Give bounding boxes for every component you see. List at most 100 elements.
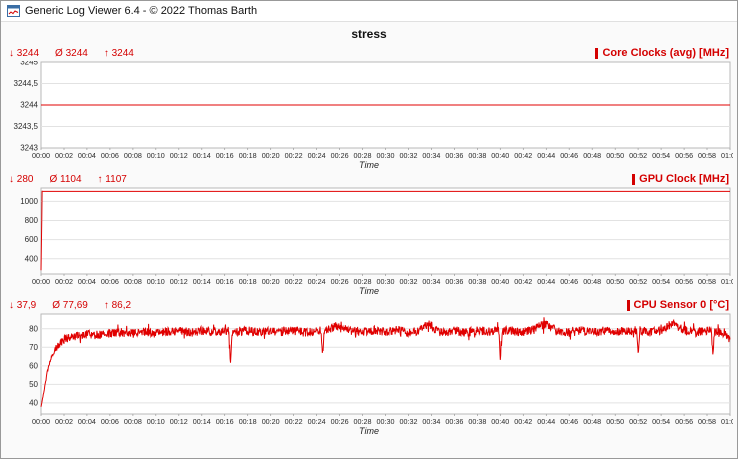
svg-text:3244: 3244 bbox=[20, 101, 38, 110]
svg-text:00:26: 00:26 bbox=[331, 417, 349, 426]
svg-text:00:28: 00:28 bbox=[354, 151, 372, 160]
svg-text:00:02: 00:02 bbox=[55, 277, 73, 286]
chart-panel-gpu-clock: ↓ 280 Ø 1104 ↑ 1107 GPU Clock [MHz] 1000… bbox=[1, 171, 737, 296]
svg-text:01:00: 01:00 bbox=[721, 277, 733, 286]
svg-text:00:58: 00:58 bbox=[698, 277, 716, 286]
svg-text:00:34: 00:34 bbox=[422, 417, 440, 426]
svg-text:00:32: 00:32 bbox=[400, 417, 418, 426]
svg-text:00:34: 00:34 bbox=[422, 277, 440, 286]
svg-text:600: 600 bbox=[25, 235, 39, 244]
stat-max: ↑ 1107 bbox=[98, 174, 127, 185]
gpu-clock-chart[interactable]: 100080060040000:0000:0200:0400:0600:0800… bbox=[7, 187, 733, 287]
x-axis-label: Time bbox=[7, 426, 731, 436]
chart-panel-cpu-sensor: ↓ 37,9 Ø 77,69 ↑ 86,2 CPU Sensor 0 [°C] … bbox=[1, 297, 737, 436]
chart-title-label: CPU Sensor 0 [°C] bbox=[634, 299, 729, 311]
stat-min: ↓ 3244 bbox=[9, 48, 39, 59]
svg-text:00:04: 00:04 bbox=[78, 151, 96, 160]
chart-title-label: Core Clocks (avg) [MHz] bbox=[602, 47, 729, 59]
svg-text:00:34: 00:34 bbox=[422, 151, 440, 160]
x-axis-label: Time bbox=[7, 160, 731, 170]
chart-title-label: GPU Clock [MHz] bbox=[639, 173, 729, 185]
core-clocks-chart[interactable]: 32453244,532443243,5324300:0000:0200:040… bbox=[7, 61, 733, 161]
svg-text:1000: 1000 bbox=[20, 197, 38, 206]
svg-text:00:14: 00:14 bbox=[193, 277, 211, 286]
svg-text:00:50: 00:50 bbox=[606, 277, 624, 286]
svg-text:00:32: 00:32 bbox=[400, 151, 418, 160]
svg-text:00:56: 00:56 bbox=[675, 151, 693, 160]
svg-text:00:30: 00:30 bbox=[377, 151, 395, 160]
svg-text:00:00: 00:00 bbox=[32, 417, 50, 426]
window-title: Generic Log Viewer 6.4 - © 2022 Thomas B… bbox=[25, 5, 257, 17]
svg-text:00:04: 00:04 bbox=[78, 277, 96, 286]
svg-text:70: 70 bbox=[29, 343, 38, 352]
svg-text:01:00: 01:00 bbox=[721, 151, 733, 160]
svg-text:00:12: 00:12 bbox=[170, 151, 188, 160]
svg-text:00:54: 00:54 bbox=[652, 277, 670, 286]
svg-text:00:14: 00:14 bbox=[193, 151, 211, 160]
svg-text:00:38: 00:38 bbox=[468, 151, 486, 160]
stats-row: ↓ 37,9 Ø 77,69 ↑ 86,2 CPU Sensor 0 [°C] bbox=[7, 297, 731, 313]
svg-text:800: 800 bbox=[25, 216, 39, 225]
app-icon[interactable] bbox=[7, 5, 20, 17]
svg-text:00:08: 00:08 bbox=[124, 151, 142, 160]
svg-text:00:20: 00:20 bbox=[262, 277, 280, 286]
svg-text:40: 40 bbox=[29, 399, 38, 408]
svg-text:00:44: 00:44 bbox=[537, 417, 555, 426]
svg-text:00:56: 00:56 bbox=[675, 277, 693, 286]
svg-text:00:40: 00:40 bbox=[491, 417, 509, 426]
svg-text:00:04: 00:04 bbox=[78, 417, 96, 426]
svg-text:00:02: 00:02 bbox=[55, 417, 73, 426]
svg-text:00:30: 00:30 bbox=[377, 417, 395, 426]
svg-text:00:50: 00:50 bbox=[606, 151, 624, 160]
svg-text:00:08: 00:08 bbox=[124, 277, 142, 286]
chart-title: CPU Sensor 0 [°C] bbox=[627, 299, 729, 311]
svg-text:00:10: 00:10 bbox=[147, 417, 165, 426]
svg-text:00:54: 00:54 bbox=[652, 151, 670, 160]
svg-text:00:38: 00:38 bbox=[468, 417, 486, 426]
app-window: Generic Log Viewer 6.4 - © 2022 Thomas B… bbox=[0, 0, 738, 459]
stat-min: ↓ 37,9 bbox=[9, 300, 36, 311]
svg-text:00:16: 00:16 bbox=[216, 151, 234, 160]
svg-text:00:00: 00:00 bbox=[32, 151, 50, 160]
svg-text:00:12: 00:12 bbox=[170, 277, 188, 286]
stat-avg: Ø 77,69 bbox=[52, 300, 88, 311]
svg-text:00:54: 00:54 bbox=[652, 417, 670, 426]
svg-text:00:44: 00:44 bbox=[537, 151, 555, 160]
chart-title: Core Clocks (avg) [MHz] bbox=[595, 47, 729, 59]
svg-text:00:18: 00:18 bbox=[239, 277, 257, 286]
svg-text:00:48: 00:48 bbox=[583, 151, 601, 160]
svg-text:3245: 3245 bbox=[20, 61, 38, 67]
svg-text:3244,5: 3244,5 bbox=[14, 79, 39, 88]
cpu-sensor-chart[interactable]: 807060504000:0000:0200:0400:0600:0800:10… bbox=[7, 313, 733, 427]
stat-avg: Ø 3244 bbox=[55, 48, 88, 59]
svg-text:00:24: 00:24 bbox=[308, 151, 326, 160]
svg-text:00:24: 00:24 bbox=[308, 417, 326, 426]
stat-max: ↑ 3244 bbox=[104, 48, 134, 59]
svg-text:00:52: 00:52 bbox=[629, 151, 647, 160]
svg-text:00:08: 00:08 bbox=[124, 417, 142, 426]
x-axis-label: Time bbox=[7, 286, 731, 296]
svg-text:00:28: 00:28 bbox=[354, 417, 372, 426]
svg-text:00:28: 00:28 bbox=[354, 277, 372, 286]
svg-text:00:10: 00:10 bbox=[147, 151, 165, 160]
titlebar[interactable]: Generic Log Viewer 6.4 - © 2022 Thomas B… bbox=[1, 1, 737, 22]
svg-text:00:48: 00:48 bbox=[583, 417, 601, 426]
svg-text:00:48: 00:48 bbox=[583, 277, 601, 286]
svg-text:00:26: 00:26 bbox=[331, 151, 349, 160]
svg-text:00:10: 00:10 bbox=[147, 277, 165, 286]
svg-text:00:22: 00:22 bbox=[285, 277, 303, 286]
chart-stats: ↓ 280 Ø 1104 ↑ 1107 bbox=[9, 174, 127, 185]
svg-text:60: 60 bbox=[29, 362, 38, 371]
svg-text:00:42: 00:42 bbox=[514, 417, 532, 426]
svg-text:00:06: 00:06 bbox=[101, 151, 119, 160]
chart-stats: ↓ 37,9 Ø 77,69 ↑ 86,2 bbox=[9, 300, 131, 311]
svg-text:00:44: 00:44 bbox=[537, 277, 555, 286]
svg-text:00:46: 00:46 bbox=[560, 277, 578, 286]
svg-text:00:20: 00:20 bbox=[262, 151, 280, 160]
svg-text:00:18: 00:18 bbox=[239, 151, 257, 160]
svg-text:00:16: 00:16 bbox=[216, 277, 234, 286]
svg-text:00:50: 00:50 bbox=[606, 417, 624, 426]
svg-text:00:40: 00:40 bbox=[491, 151, 509, 160]
svg-text:00:26: 00:26 bbox=[331, 277, 349, 286]
svg-text:00:52: 00:52 bbox=[629, 417, 647, 426]
